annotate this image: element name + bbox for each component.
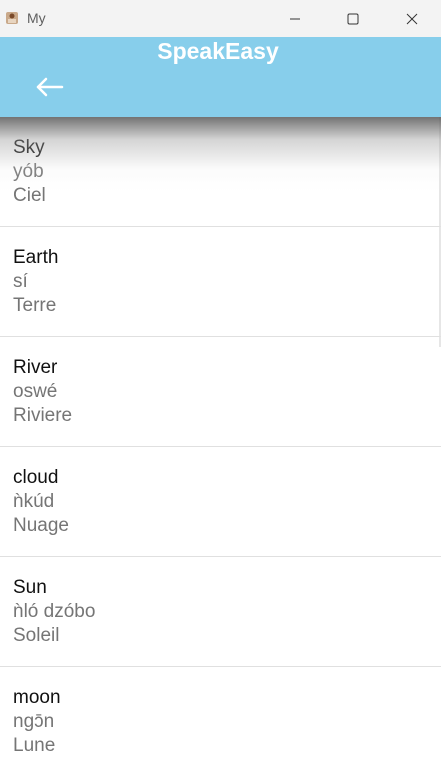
word-french: Terre xyxy=(13,295,57,316)
word-list[interactable]: Sky yób Ciel Earth sí Terre River oswé R… xyxy=(0,117,441,762)
close-icon xyxy=(406,13,418,24)
word-french: Lune xyxy=(13,735,56,756)
minimize-button[interactable] xyxy=(266,0,324,37)
word-native: oswé xyxy=(13,381,58,402)
list-item[interactable]: Sun ǹló dzóbo Soleil xyxy=(0,557,441,667)
arrow-left-icon xyxy=(36,77,64,97)
word-native: ngɔ̄n xyxy=(13,711,55,732)
list-item[interactable]: Sky yób Ciel xyxy=(0,117,441,227)
list-item[interactable]: River oswé Riviere xyxy=(0,337,441,447)
app-bar: SpeakEasy xyxy=(0,37,441,117)
word-english: River xyxy=(13,357,58,378)
word-english: moon xyxy=(13,687,61,708)
list-item[interactable]: Earth sí Terre xyxy=(0,227,441,337)
app-window: My SpeakEasy Sky yób Ciel Earth sí Terre… xyxy=(0,0,441,762)
title-bar[interactable]: My xyxy=(0,0,441,37)
back-button[interactable] xyxy=(26,71,74,107)
close-button[interactable] xyxy=(383,0,441,37)
word-native: ǹló dzóbo xyxy=(13,601,96,622)
list-item[interactable]: cloud ǹkúd Nuage xyxy=(0,447,441,557)
maximize-button[interactable] xyxy=(324,0,382,37)
word-english: cloud xyxy=(13,467,59,488)
app-title: SpeakEasy xyxy=(157,38,279,64)
word-french: Nuage xyxy=(13,515,69,536)
list-item[interactable]: moon ngɔ̄n Lune xyxy=(0,667,441,762)
word-english: Sun xyxy=(13,577,47,598)
app-icon xyxy=(5,11,19,25)
word-english: Sky xyxy=(13,137,45,158)
minimize-icon xyxy=(290,18,300,19)
maximize-icon xyxy=(347,13,359,24)
window-title: My xyxy=(27,10,46,26)
word-french: Ciel xyxy=(13,185,46,206)
word-native: sí xyxy=(13,271,28,292)
word-native: yób xyxy=(13,161,44,182)
word-french: Soleil xyxy=(13,625,60,646)
word-french: Riviere xyxy=(13,405,73,426)
word-english: Earth xyxy=(13,247,59,268)
word-native: ǹkúd xyxy=(13,491,55,512)
